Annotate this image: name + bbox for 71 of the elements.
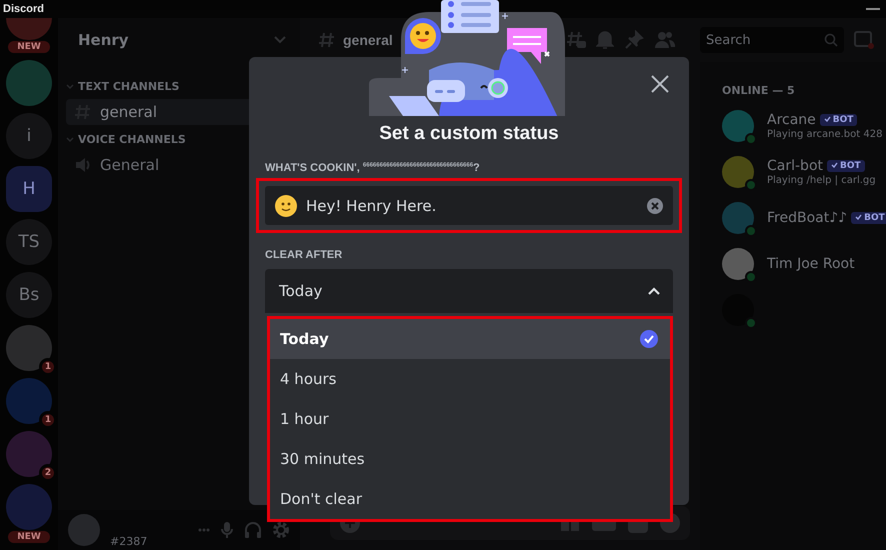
status-text: Hey! Henry Here. xyxy=(306,196,438,214)
server-icon[interactable]: H xyxy=(6,166,52,212)
server-name: Henry xyxy=(78,31,129,49)
more-icon[interactable] xyxy=(198,528,210,532)
checkmark-icon xyxy=(824,116,831,122)
new-badge: NEW xyxy=(8,531,50,543)
member-name[interactable]: Tim Joe Root xyxy=(767,256,855,272)
dialog-title: Set a custom status xyxy=(378,123,560,145)
clear-after-dropdown[interactable]: Today xyxy=(265,269,673,313)
member-name[interactable]: FredBoat♪♪ xyxy=(767,210,848,226)
server-icon[interactable] xyxy=(6,60,52,106)
threads-icon[interactable] xyxy=(566,30,586,50)
app-title: Discord xyxy=(3,3,44,15)
search-field[interactable]: Search xyxy=(700,27,844,53)
status-label: WHAT'S COOKIN', $^{666666666666666666666666666666666}$? xyxy=(265,162,481,174)
server-icon[interactable]: i xyxy=(6,113,52,159)
unread-badge: 1 xyxy=(39,411,57,429)
member-activity: Playing arcane.bot 428 xyxy=(767,129,882,140)
dropdown-option[interactable]: Today xyxy=(270,319,670,359)
member-avatar[interactable] xyxy=(722,110,754,142)
checkmark-icon xyxy=(855,214,862,220)
member-row[interactable]: Tim Joe Root xyxy=(722,245,886,283)
member-avatar[interactable] xyxy=(722,294,754,326)
headphones-icon[interactable] xyxy=(244,521,262,539)
member-name[interactable]: Carl-bot xyxy=(767,158,823,174)
member-avatar[interactable] xyxy=(722,156,754,188)
member-name[interactable]: Arcane xyxy=(767,112,816,128)
status-input[interactable]: Hey! Henry Here. xyxy=(265,186,673,225)
online-status-icon xyxy=(745,225,757,237)
server-icon[interactable]: TS xyxy=(6,219,52,265)
online-status-icon xyxy=(745,133,757,145)
minimize-icon[interactable] xyxy=(866,8,880,10)
new-badge: NEW xyxy=(8,41,50,53)
server-icon[interactable] xyxy=(6,484,52,530)
inbox-icon[interactable] xyxy=(854,31,874,49)
user-avatar[interactable] xyxy=(68,514,100,546)
close-button[interactable] xyxy=(649,73,671,95)
chevron-down-icon xyxy=(274,36,286,44)
search-icon xyxy=(824,33,838,47)
hash-icon xyxy=(318,31,336,49)
pin-icon[interactable] xyxy=(624,30,644,50)
bot-tag: BOT xyxy=(827,160,865,172)
member-avatar[interactable] xyxy=(722,248,754,280)
chevron-up-icon xyxy=(647,286,661,296)
member-activity: Playing /help | carl.gg xyxy=(767,175,876,186)
smiley-icon[interactable] xyxy=(275,194,297,216)
clear-after-label: CLEAR AFTER xyxy=(265,249,344,261)
member-avatar[interactable] xyxy=(722,202,754,234)
online-status-icon xyxy=(745,271,757,283)
speaker-icon xyxy=(74,156,92,174)
checkmark-icon xyxy=(831,162,838,168)
server-icon[interactable] xyxy=(6,18,52,40)
microphone-icon[interactable] xyxy=(220,521,234,539)
checkmark-icon xyxy=(640,330,658,348)
online-status-icon xyxy=(745,317,757,329)
channel-title: general xyxy=(343,32,394,48)
settings-icon[interactable] xyxy=(272,521,290,539)
server-header[interactable]: Henry xyxy=(58,18,300,62)
category-header[interactable]: TEXT CHANNELS xyxy=(58,74,300,97)
members-heading: ONLINE — 5 xyxy=(722,84,796,97)
online-status-icon xyxy=(745,179,757,191)
clear-icon[interactable] xyxy=(647,198,663,214)
bell-icon[interactable] xyxy=(596,30,614,50)
bot-tag: BOT xyxy=(820,114,858,126)
unread-badge: 2 xyxy=(39,464,57,482)
members-icon[interactable] xyxy=(654,30,676,50)
server-icon[interactable]: Bs xyxy=(6,272,52,318)
unread-badge: 1 xyxy=(39,358,57,376)
category-header[interactable]: VOICE CHANNELS xyxy=(58,127,300,150)
bot-tag: BOT xyxy=(851,212,886,224)
user-tag: #2387 xyxy=(110,534,188,548)
